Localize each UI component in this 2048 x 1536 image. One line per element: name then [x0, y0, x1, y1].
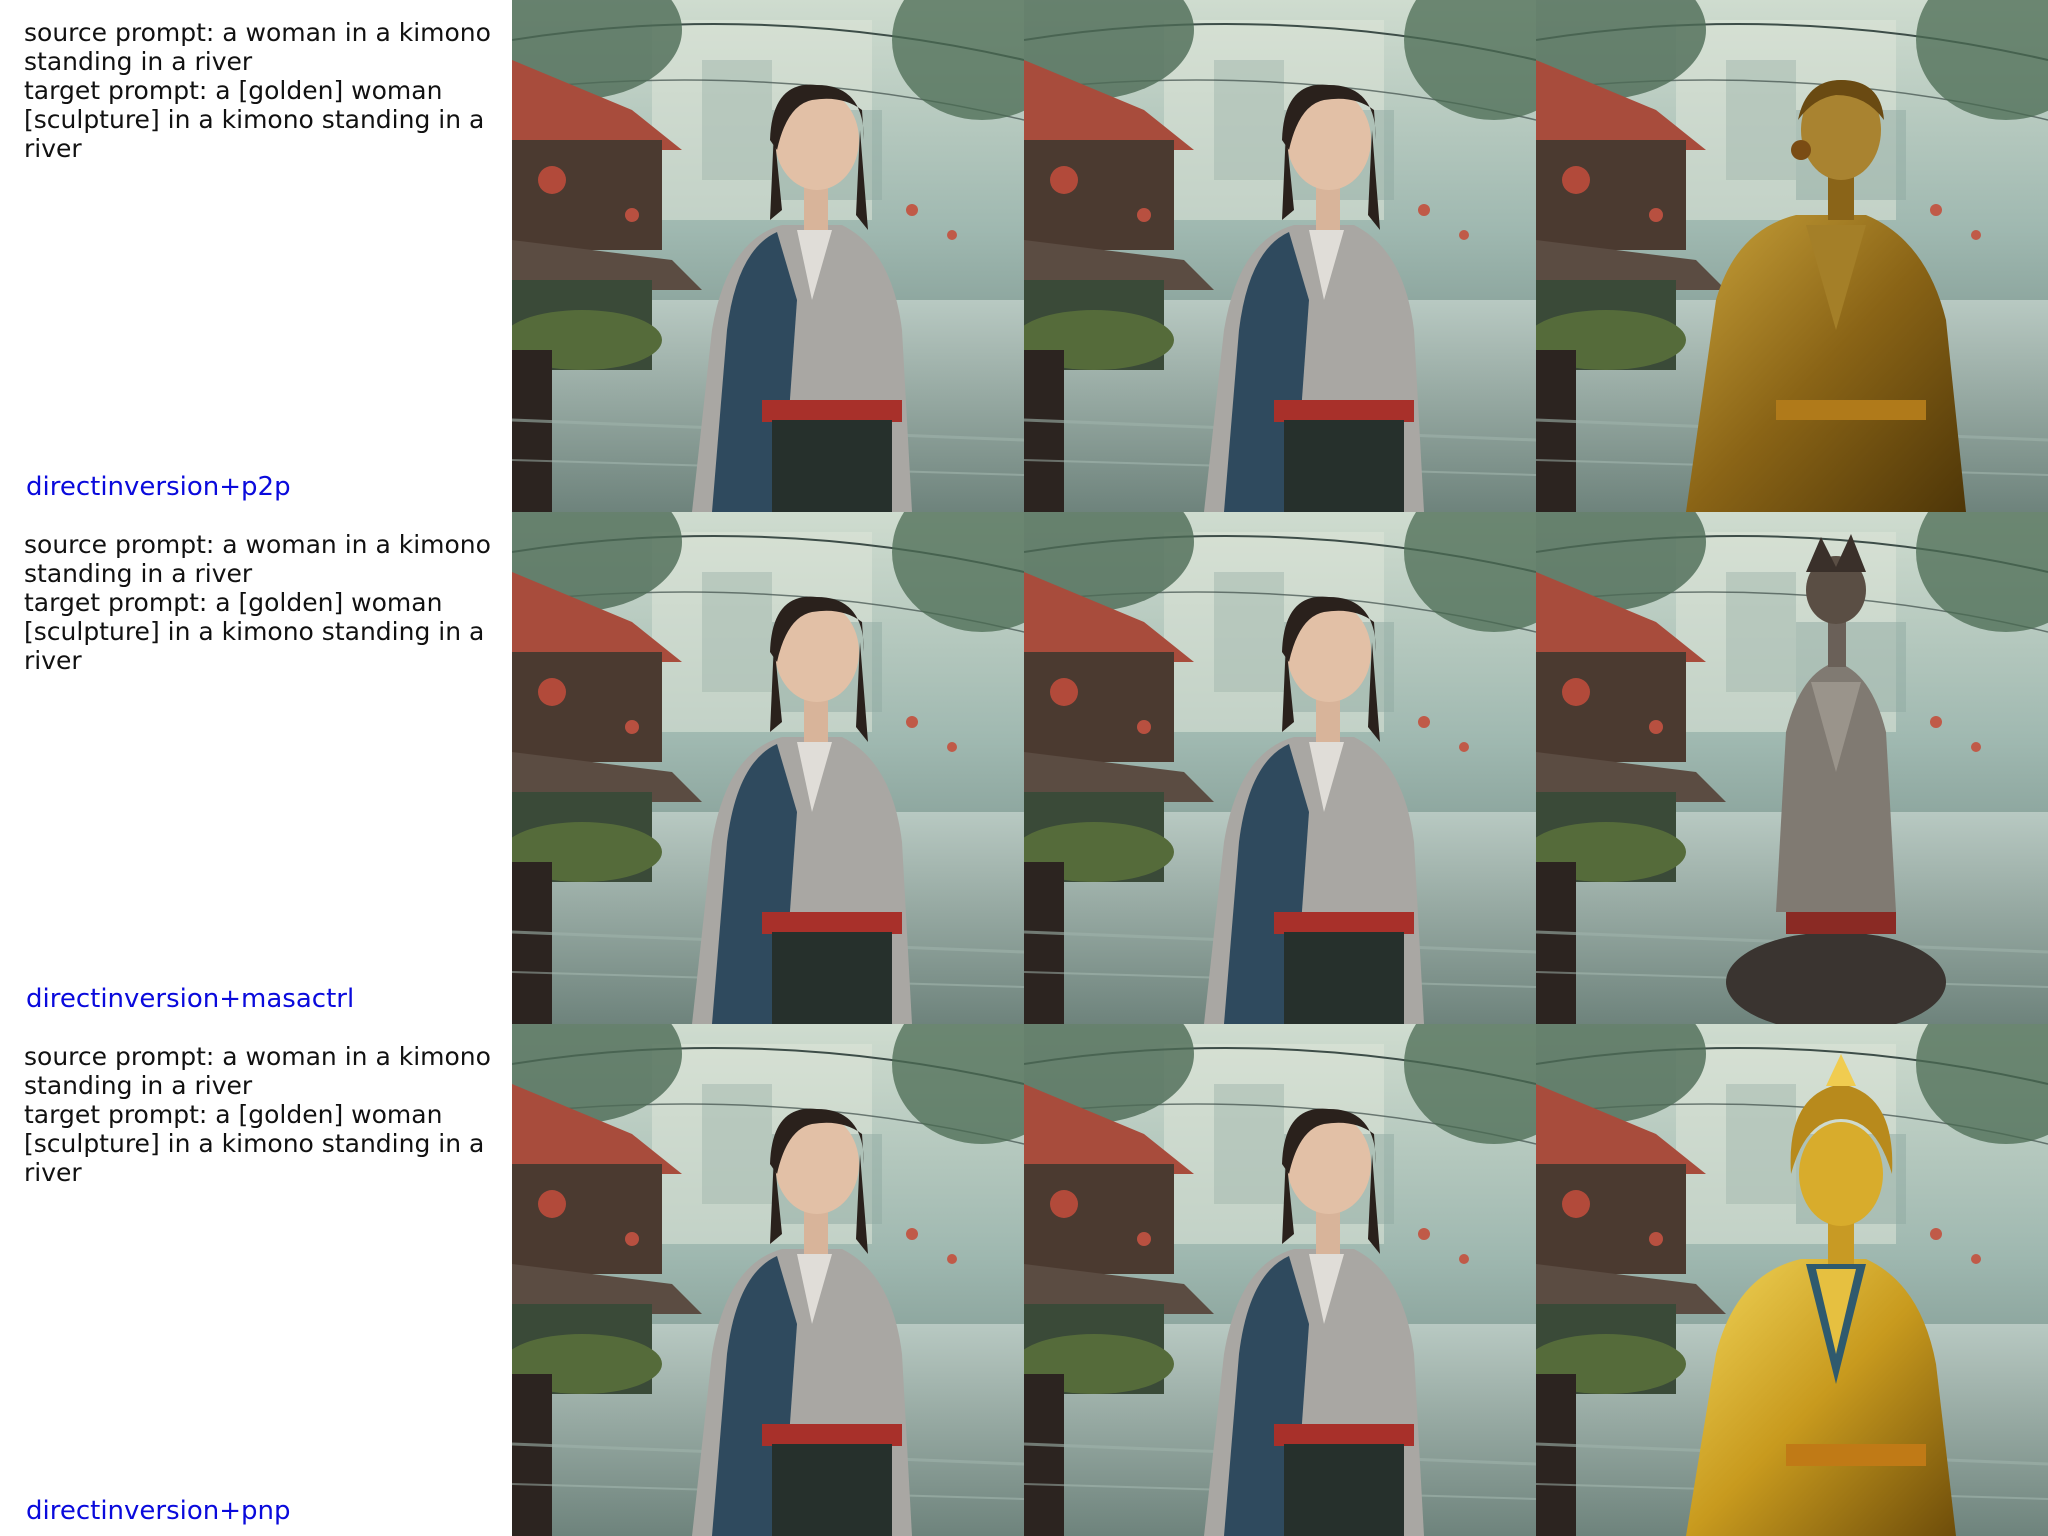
- source-prompt: source prompt: a woman in a kimono stand…: [24, 530, 499, 588]
- method-label: directinversion+pnp: [26, 1496, 291, 1526]
- result-row: source prompt: a woman in a kimono stand…: [0, 0, 2048, 512]
- edited-image: [1536, 512, 2048, 1024]
- comparison-grid: source prompt: a woman in a kimono stand…: [0, 0, 2048, 1536]
- reconstruction-image: [1024, 0, 1536, 512]
- target-prompt: target prompt: a [golden] woman [sculptu…: [24, 1100, 493, 1187]
- scene-picture: [512, 512, 1024, 1024]
- scene-picture: [1024, 0, 1536, 512]
- caption-panel: source prompt: a woman in a kimono stand…: [0, 1024, 512, 1536]
- scene-picture: [1536, 0, 2048, 512]
- caption-panel: source prompt: a woman in a kimono stand…: [0, 0, 512, 512]
- scene-picture: [512, 0, 1024, 512]
- method-label: directinversion+p2p: [26, 472, 291, 502]
- source-image: [512, 512, 1024, 1024]
- target-prompt: target prompt: a [golden] woman [sculptu…: [24, 588, 493, 675]
- reconstruction-image: [1024, 512, 1536, 1024]
- scene-picture: [1536, 512, 2048, 1024]
- target-prompt: target prompt: a [golden] woman [sculptu…: [24, 76, 493, 163]
- scene-picture: [512, 1024, 1024, 1536]
- prompt-text: source prompt: a woman in a kimono stand…: [24, 1042, 502, 1187]
- scene-picture: [1536, 1024, 2048, 1536]
- source-prompt: source prompt: a woman in a kimono stand…: [24, 1042, 499, 1100]
- reconstruction-image: [1024, 1024, 1536, 1536]
- prompt-text: source prompt: a woman in a kimono stand…: [24, 530, 502, 675]
- edited-image: [1536, 1024, 2048, 1536]
- source-image: [512, 1024, 1024, 1536]
- source-image: [512, 0, 1024, 512]
- caption-panel: source prompt: a woman in a kimono stand…: [0, 512, 512, 1024]
- result-row: source prompt: a woman in a kimono stand…: [0, 1024, 2048, 1536]
- result-row: source prompt: a woman in a kimono stand…: [0, 512, 2048, 1024]
- prompt-text: source prompt: a woman in a kimono stand…: [24, 18, 502, 163]
- scene-picture: [1024, 512, 1536, 1024]
- scene-picture: [1024, 1024, 1536, 1536]
- source-prompt: source prompt: a woman in a kimono stand…: [24, 18, 499, 76]
- edited-image: [1536, 0, 2048, 512]
- method-label: directinversion+masactrl: [26, 984, 355, 1014]
